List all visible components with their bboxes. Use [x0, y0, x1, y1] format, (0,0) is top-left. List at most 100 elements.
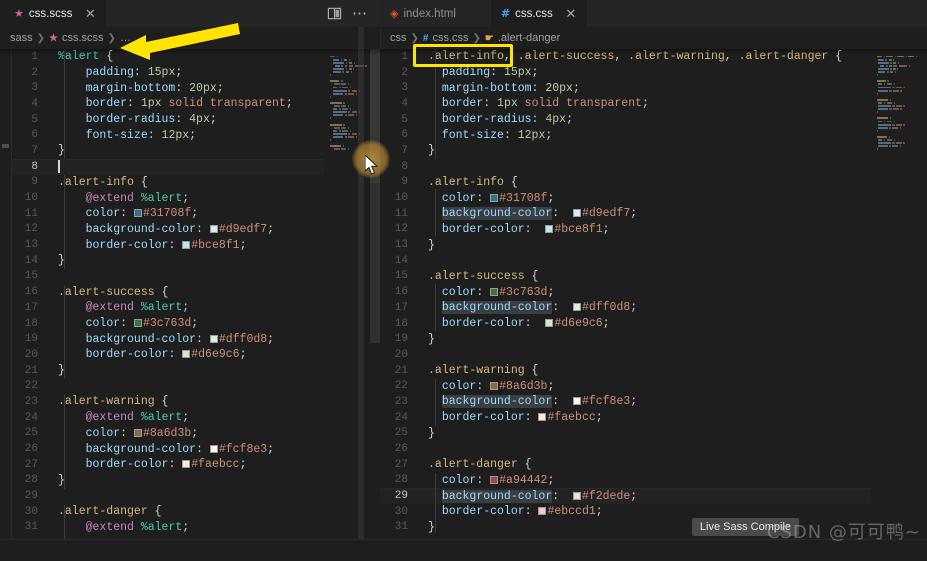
- code-line[interactable]: 21 .alert-warning {: [380, 363, 871, 379]
- code-line[interactable]: 29 background-color: #f2dede;: [380, 488, 871, 504]
- code-line[interactable]: 4 border: 1px solid transparent;: [12, 96, 324, 112]
- code-line[interactable]: 3 margin-bottom: 20px;: [380, 80, 871, 96]
- color-swatch-icon[interactable]: [545, 224, 554, 233]
- tab-index-html[interactable]: ◈ index.html ✕: [380, 0, 491, 27]
- code-line[interactable]: 24 @extend %alert;: [12, 410, 324, 426]
- code-line[interactable]: 2 padding: 15px;: [380, 65, 871, 81]
- code-lines-left[interactable]: 1 %alert {2 padding: 15px; 3 margin-bottom…: [12, 49, 324, 539]
- code-line[interactable]: 11 color: #31708f;: [12, 206, 324, 222]
- color-swatch-icon[interactable]: [572, 491, 581, 500]
- breadcrumb-item-folder[interactable]: sass: [10, 32, 33, 44]
- code-line[interactable]: 2 padding: 15px;: [12, 65, 324, 81]
- code-line[interactable]: 12 border-color: #bce8f1;: [380, 222, 871, 238]
- code-line[interactable]: 16 color: #3c763d;: [380, 284, 871, 300]
- color-swatch-icon[interactable]: [209, 334, 218, 343]
- code-line[interactable]: 14: [380, 253, 871, 269]
- color-swatch-icon[interactable]: [490, 287, 499, 296]
- code-line[interactable]: 5 border-radius: 4px;: [380, 112, 871, 128]
- breadcrumb-item-file[interactable]: # css.css: [423, 32, 469, 44]
- tab-close-icon[interactable]: ✕: [83, 7, 97, 20]
- code-line[interactable]: 19 background-color: #dff0d8;: [12, 331, 324, 347]
- code-line[interactable]: 31 @extend %alert;: [12, 520, 324, 536]
- code-line[interactable]: 23 .alert-warning {: [12, 394, 324, 410]
- code-line[interactable]: 16 .alert-success {: [12, 284, 324, 300]
- tab-css-scss[interactable]: ★ css.scss ✕: [0, 0, 108, 27]
- code-line[interactable]: 14}: [12, 253, 324, 269]
- code-line[interactable]: 20: [380, 347, 871, 363]
- code-line[interactable]: 23 background-color: #fcf8e3;: [380, 394, 871, 410]
- code-line[interactable]: 10 @extend %alert;: [12, 190, 324, 206]
- color-swatch-icon[interactable]: [572, 303, 581, 312]
- color-swatch-icon[interactable]: [133, 428, 142, 437]
- code-line[interactable]: 22 color: #8a6d3b;: [380, 378, 871, 394]
- code-line[interactable]: 27 .alert-danger {: [380, 457, 871, 473]
- code-line[interactable]: 1 %alert {: [12, 49, 324, 65]
- tab-css-css[interactable]: # css.css ✕: [490, 0, 588, 27]
- code-line[interactable]: 18 color: #3c763d;: [12, 316, 324, 332]
- code-line[interactable]: 27 border-color: #faebcc;: [12, 457, 324, 473]
- code-line[interactable]: 15: [12, 269, 324, 285]
- color-swatch-icon[interactable]: [182, 240, 191, 249]
- color-swatch-icon[interactable]: [572, 397, 581, 406]
- minimap-scrollbar[interactable]: [370, 183, 380, 343]
- code-line[interactable]: 25 color: #8a6d3b;: [12, 426, 324, 442]
- code-line[interactable]: 13}: [380, 237, 871, 253]
- color-swatch-icon[interactable]: [538, 413, 547, 422]
- code-line[interactable]: 18 border-color: #d6e9c6;: [380, 316, 871, 332]
- color-swatch-icon[interactable]: [182, 350, 191, 359]
- code-line[interactable]: 26: [380, 441, 871, 457]
- code-line[interactable]: 7}: [12, 143, 324, 159]
- breadcrumb-item-folder[interactable]: css: [390, 32, 407, 44]
- minimap-right[interactable]: [871, 49, 927, 539]
- minimap-slider[interactable]: [370, 49, 380, 183]
- color-swatch-icon[interactable]: [572, 209, 581, 218]
- color-swatch-icon[interactable]: [182, 460, 191, 469]
- color-swatch-icon[interactable]: [133, 319, 142, 328]
- code-line[interactable]: 26 background-color: #fcf8e3;: [12, 441, 324, 457]
- code-line[interactable]: 8: [12, 158, 324, 175]
- code-line[interactable]: 4 border: 1px solid transparent;: [380, 96, 871, 112]
- code-line[interactable]: 20 border-color: #d6e9c6;: [12, 347, 324, 363]
- code-lines-right[interactable]: 1 .alert-info, .alert-success, .alert-war…: [380, 49, 871, 539]
- code-line[interactable]: 11 background-color: #d9edf7;: [380, 206, 871, 222]
- code-line[interactable]: 24 border-color: #faebcc;: [380, 410, 871, 426]
- editor-group-sash[interactable]: [358, 27, 364, 539]
- code-line[interactable]: 15 .alert-success {: [380, 269, 871, 285]
- breadcrumb-item-file[interactable]: ★ css.scss: [49, 32, 104, 44]
- tab-close-icon[interactable]: ✕: [564, 7, 578, 20]
- code-line[interactable]: 10 color: #31708f;: [380, 190, 871, 206]
- code-line[interactable]: 17 @extend %alert;: [12, 300, 324, 316]
- code-line[interactable]: 22: [12, 378, 324, 394]
- code-line[interactable]: 8: [380, 159, 871, 175]
- code-line[interactable]: 29: [12, 488, 324, 504]
- color-swatch-icon[interactable]: [133, 209, 142, 218]
- color-swatch-icon[interactable]: [545, 319, 554, 328]
- more-actions-icon[interactable]: ⋯: [352, 6, 368, 21]
- code-line[interactable]: 9 .alert-info {: [12, 175, 324, 191]
- code-line[interactable]: 21}: [12, 363, 324, 379]
- code-line[interactable]: 19}: [380, 331, 871, 347]
- code-editor-left[interactable]: 1 %alert {2 padding: 15px; 3 margin-bottom…: [0, 49, 380, 539]
- code-line[interactable]: 12 background-color: #d9edf7;: [12, 222, 324, 238]
- code-line[interactable]: 28}: [12, 473, 324, 489]
- code-line[interactable]: 3 margin-bottom: 20px;: [12, 80, 324, 96]
- split-editor-icon[interactable]: [327, 6, 342, 21]
- code-editor-right[interactable]: 1 .alert-info, .alert-success, .alert-war…: [380, 49, 927, 539]
- code-line[interactable]: 9 .alert-info {: [380, 175, 871, 191]
- code-line[interactable]: 25}: [380, 426, 871, 442]
- code-line[interactable]: 6 font-size: 12px;: [380, 127, 871, 143]
- code-line[interactable]: 30 .alert-danger {: [12, 504, 324, 520]
- color-swatch-icon[interactable]: [490, 193, 499, 202]
- code-line[interactable]: 7}: [380, 143, 871, 159]
- code-line[interactable]: 6 font-size: 12px;: [12, 127, 324, 143]
- color-swatch-icon[interactable]: [209, 444, 218, 453]
- code-line[interactable]: 17 background-color: #dff0d8;: [380, 300, 871, 316]
- minimap-left[interactable]: [324, 49, 380, 539]
- breadcrumb-item-symbol[interactable]: …: [120, 32, 131, 44]
- color-swatch-icon[interactable]: [538, 507, 547, 516]
- code-line[interactable]: 28 color: #a94442;: [380, 473, 871, 489]
- color-swatch-icon[interactable]: [490, 475, 499, 484]
- breadcrumb-item-symbol[interactable]: ☛ .alert-danger: [485, 32, 560, 44]
- color-swatch-icon[interactable]: [490, 381, 499, 390]
- color-swatch-icon[interactable]: [209, 224, 218, 233]
